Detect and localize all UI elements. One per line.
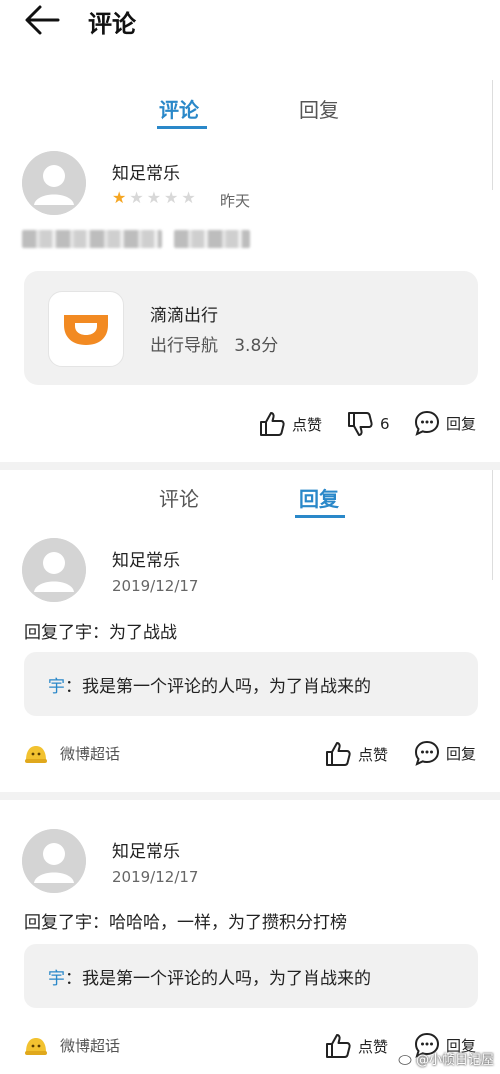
weibo-supertopic-icon xyxy=(25,1038,47,1055)
dislike-button[interactable]: 6 xyxy=(346,410,390,438)
user-icon xyxy=(22,538,86,602)
back-arrow-icon xyxy=(25,5,60,35)
star-empty-icon: ★ xyxy=(146,188,162,207)
quoted-comment[interactable]: 宇：我是第一个评论的人吗，为了肖战来的 xyxy=(24,944,478,1008)
reply-label: 回复 xyxy=(446,414,477,433)
reply-date: 2019/12/17 xyxy=(112,868,199,886)
didi-logo-icon xyxy=(64,315,108,345)
rating-stars: ★ ★ ★ ★ ★ xyxy=(112,190,196,206)
source-label: 微博超话 xyxy=(60,1036,121,1055)
tab-comment[interactable]: 评论 xyxy=(159,483,199,512)
weibo-logo-icon xyxy=(398,1054,412,1065)
user-icon xyxy=(22,829,86,893)
source-label: 微博超话 xyxy=(60,744,121,763)
reply-date: 2019/12/17 xyxy=(112,577,199,595)
watermark: @小帧日记屋 xyxy=(398,1049,494,1068)
review-time: 昨天 xyxy=(220,192,251,210)
reply-username: 知足常乐 xyxy=(112,551,180,571)
source-tag[interactable]: 微博超话 xyxy=(24,742,120,764)
star-empty-icon: ★ xyxy=(181,188,196,207)
avatar[interactable] xyxy=(22,151,86,215)
like-label: 点赞 xyxy=(292,415,323,434)
didi-app-icon xyxy=(48,291,124,367)
scroll-indicator xyxy=(492,80,500,190)
blurred-review-text xyxy=(174,230,250,248)
back-button[interactable] xyxy=(22,2,62,38)
weibo-supertopic-icon xyxy=(25,746,47,763)
app-name: 滴滴出行 xyxy=(150,306,218,326)
review-username: 知足常乐 xyxy=(112,164,180,184)
quoted-user-link[interactable]: 宇 xyxy=(48,677,65,697)
thumbs-down-icon xyxy=(348,412,373,436)
reply-label: 回复 xyxy=(446,744,477,763)
user-icon xyxy=(22,151,86,215)
star-filled-icon: ★ xyxy=(112,188,127,207)
thumbs-up-icon xyxy=(260,412,285,436)
like-label: 点赞 xyxy=(358,1037,389,1056)
app-card[interactable]: 滴滴出行 出行导航 3.8分 xyxy=(24,271,478,385)
quoted-comment[interactable]: 宇：我是第一个评论的人吗，为了肖战来的 xyxy=(24,652,478,716)
reply-section: 评论 回复 知足常乐 2019/12/17 回复了宇：为了战战 宇：我是第一个评… xyxy=(0,470,500,792)
star-empty-icon: ★ xyxy=(164,188,179,207)
thumbs-up-icon xyxy=(326,742,351,766)
reply-text: 回复了宇：为了战战 xyxy=(24,623,177,643)
comment-bubble-icon xyxy=(414,410,440,436)
quoted-comment-text: 宇：我是第一个评论的人吗，为了肖战来的 xyxy=(48,677,371,697)
review-section: 评论 评论 回复 知足常乐 ★ ★ ★ ★ ★ 昨天 滴滴出行 出行导航 3.8… xyxy=(0,0,500,462)
avatar[interactable] xyxy=(22,538,86,602)
star-empty-icon: ★ xyxy=(129,188,144,207)
quoted-comment-text: 宇：我是第一个评论的人吗，为了肖战来的 xyxy=(48,969,371,989)
blurred-review-text xyxy=(22,230,162,248)
source-tag[interactable]: 微博超话 xyxy=(24,1034,120,1056)
thumbs-up-icon xyxy=(326,1034,351,1058)
tab-reply[interactable]: 回复 xyxy=(299,483,339,512)
dislike-count: 6 xyxy=(380,415,390,433)
reply-username: 知足常乐 xyxy=(112,842,180,862)
like-label: 点赞 xyxy=(358,745,389,764)
tab-underline xyxy=(157,126,207,129)
app-category-score: 出行导航 3.8分 xyxy=(150,336,279,356)
reply-section: 知足常乐 2019/12/17 回复了宇：哈哈哈，一样，为了攒积分打榜 宇：我是… xyxy=(0,800,500,1074)
avatar[interactable] xyxy=(22,829,86,893)
like-button[interactable]: 点赞 xyxy=(258,410,322,438)
reply-button[interactable]: 回复 xyxy=(414,410,476,436)
quoted-user-link[interactable]: 宇 xyxy=(48,969,65,989)
reply-text: 回复了宇：哈哈哈，一样，为了攒积分打榜 xyxy=(24,913,347,933)
comment-bubble-icon xyxy=(414,740,440,766)
like-button[interactable]: 点赞 xyxy=(324,740,388,768)
scroll-indicator xyxy=(492,470,500,580)
reply-button[interactable]: 回复 xyxy=(414,740,476,766)
tab-underline xyxy=(295,515,345,518)
like-button[interactable]: 点赞 xyxy=(324,1032,388,1060)
tab-reply[interactable]: 回复 xyxy=(299,94,339,123)
tab-comment[interactable]: 评论 xyxy=(159,94,199,123)
page-title: 评论 xyxy=(88,10,136,38)
